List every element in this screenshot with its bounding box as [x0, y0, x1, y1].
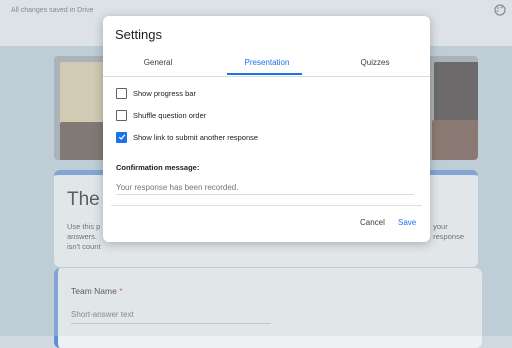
option-label: Show progress bar	[133, 88, 196, 98]
option-submit-another-link[interactable]: Show link to submit another response	[116, 131, 258, 143]
dialog-divider	[111, 205, 422, 206]
checkmark-icon	[118, 134, 125, 140]
shuffle-checkbox[interactable]	[116, 109, 127, 121]
option-label: Shuffle question order	[133, 110, 207, 120]
progress-bar-checkbox[interactable]	[116, 87, 127, 99]
settings-dialog: Settings General Presentation Quizzes Sh…	[103, 16, 430, 242]
cancel-button[interactable]: Cancel	[360, 218, 385, 227]
active-tab-indicator	[227, 73, 302, 75]
settings-tabs: General Presentation Quizzes	[103, 56, 430, 77]
dialog-title: Settings	[115, 27, 162, 42]
confirmation-message-input[interactable]	[116, 180, 414, 195]
option-shuffle-question-order[interactable]: Shuffle question order	[116, 109, 206, 121]
submit-another-checkbox[interactable]	[116, 131, 127, 143]
tab-quizzes[interactable]: Quizzes	[335, 56, 415, 76]
tab-general[interactable]: General	[118, 56, 198, 76]
save-button[interactable]: Save	[398, 218, 416, 227]
confirmation-label: Confirmation message:	[116, 163, 200, 172]
option-show-progress-bar[interactable]: Show progress bar	[116, 87, 196, 99]
option-label: Show link to submit another response	[133, 132, 259, 142]
